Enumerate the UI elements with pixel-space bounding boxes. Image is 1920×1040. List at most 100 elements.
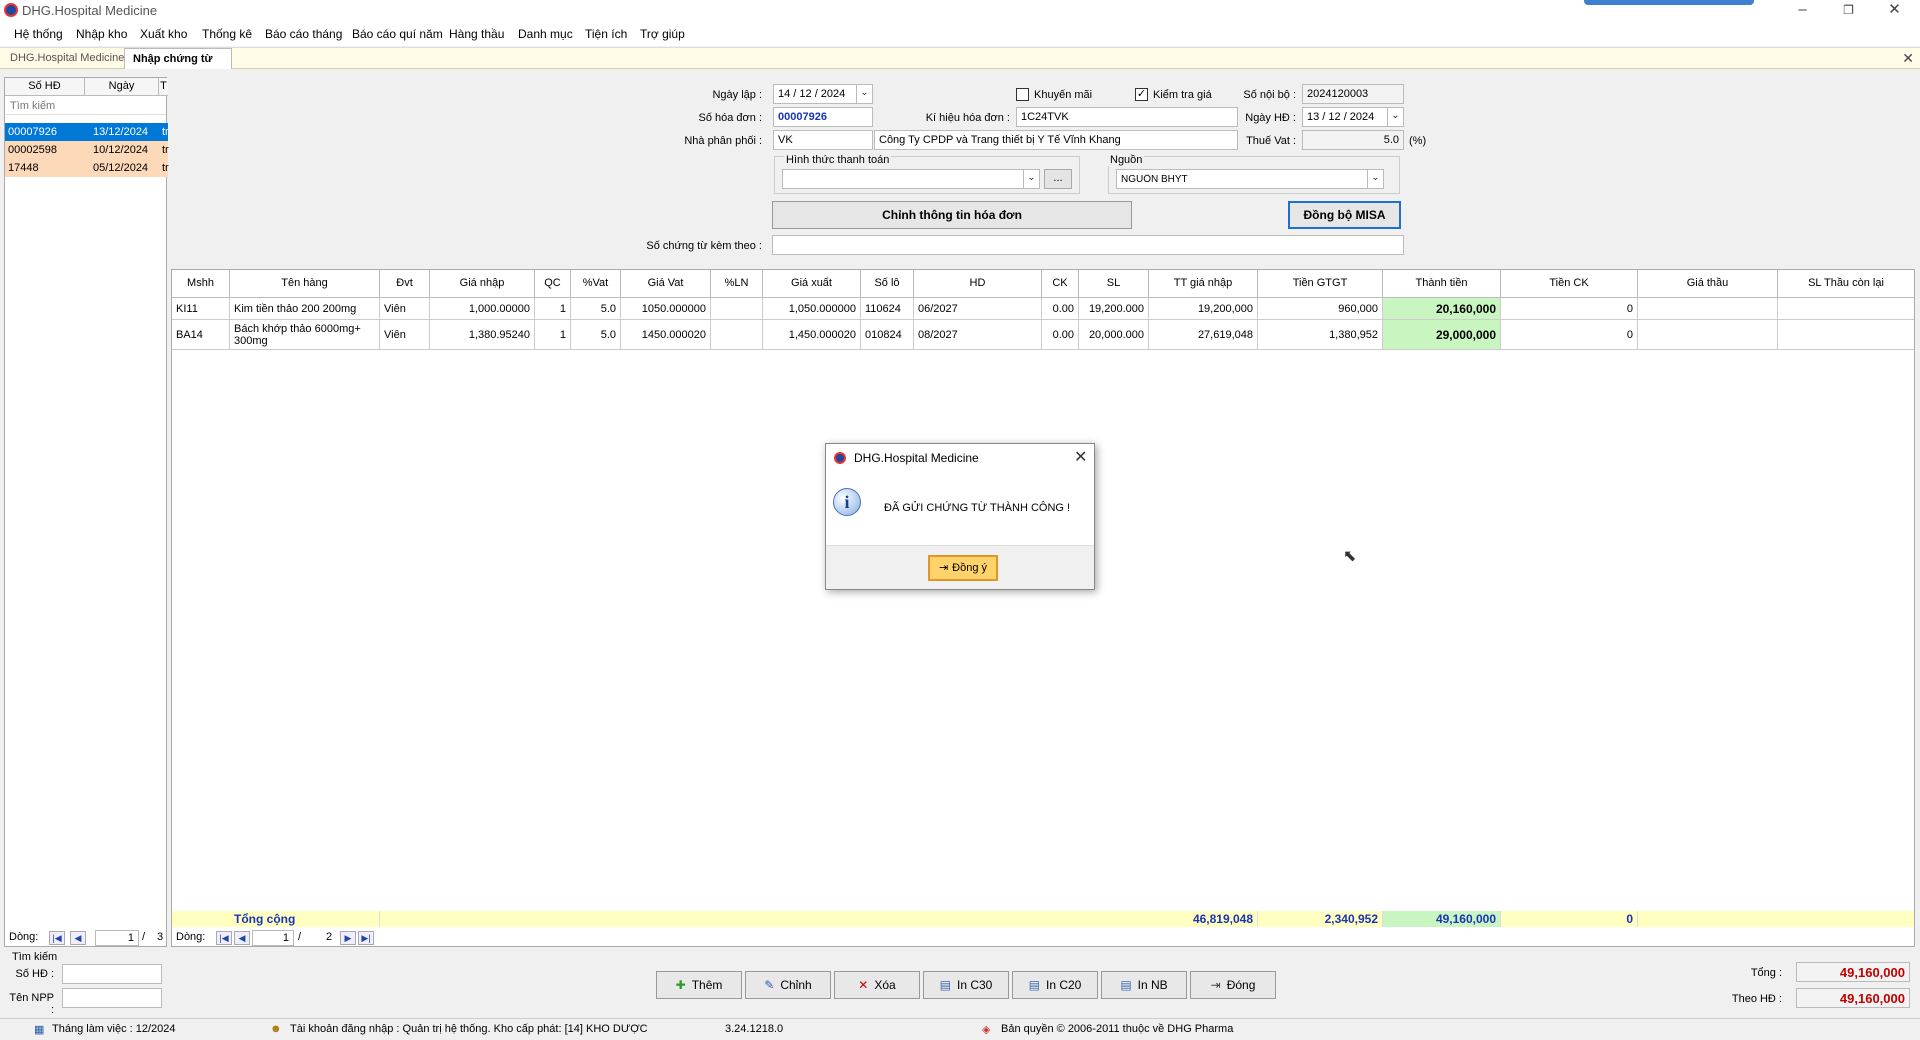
col-header-tt-gia-nhap[interactable]: TT giá nhập (1149, 270, 1258, 298)
httt-select[interactable] (782, 169, 1040, 189)
httt-label: Hình thức thanh toán (784, 154, 892, 166)
list-item[interactable]: 17448 05/12/2024 tr (5, 159, 169, 177)
col-header-ngay[interactable]: Ngày (85, 78, 159, 96)
tab-home[interactable]: DHG.Hospital Medicine (2, 48, 134, 69)
col-header-gia-vat[interactable]: Giá Vat (621, 270, 711, 298)
col-header-hd[interactable]: HD (914, 270, 1042, 298)
ngay-lap-label: Ngày lập : (712, 89, 762, 101)
col-header-ln[interactable]: %LN (711, 270, 763, 298)
col-header-qc[interactable]: QC (535, 270, 571, 298)
message-dialog: DHG.Hospital Medicine ✕ i ĐÃ GỬI CHỨNG T… (825, 443, 1095, 590)
copyright-icon: ◈ (982, 1024, 991, 1036)
status-thang: Tháng làm việc : 12/2024 (52, 1023, 176, 1035)
search-ten-npp-input[interactable] (62, 988, 162, 1008)
in-nb-button[interactable]: ▤ In NB (1101, 971, 1187, 999)
list-item[interactable]: 00002598 10/12/2024 tr (5, 141, 169, 159)
khuyen-mai-checkbox[interactable] (1016, 88, 1029, 101)
so-hoa-don-field[interactable] (773, 107, 873, 127)
ok-button[interactable]: ⇥ Đồng ý (928, 555, 998, 581)
menu-hang-thau[interactable]: Hàng thầu (449, 27, 504, 41)
left-page-input[interactable] (95, 930, 139, 946)
chevron-down-icon[interactable]: ⌄ (1367, 170, 1383, 188)
col-header-ck[interactable]: CK (1042, 270, 1079, 298)
menu-tien-ich[interactable]: Tiện ích (585, 27, 627, 41)
print-icon: ▤ (1120, 978, 1132, 992)
exit-door-icon: ⇥ (1210, 978, 1221, 992)
dong-button[interactable]: ⇥ Đóng (1190, 971, 1276, 999)
col-header-thanh-tien[interactable]: Thành tiền (1383, 270, 1501, 298)
menu-tro-giup[interactable]: Trợ giúp (640, 27, 685, 41)
npp-code-field[interactable] (773, 130, 873, 150)
col-header-ten-hang[interactable]: Tên hàng (230, 270, 380, 298)
menu-bao-cao-thang[interactable]: Báo cáo tháng (265, 27, 342, 41)
kiem-tra-gia-label: Kiểm tra giá (1153, 89, 1212, 101)
title-bar: DHG.Hospital Medicine – ❐ ✕ (0, 0, 1920, 22)
restore-icon[interactable]: ❐ (1826, 0, 1871, 22)
col-header-gia-xuat[interactable]: Giá xuất (763, 270, 861, 298)
menu-thong-ke[interactable]: Thống kê (202, 27, 252, 41)
dialog-close-icon[interactable]: ✕ (1074, 447, 1087, 467)
npp-name-field[interactable] (874, 130, 1238, 150)
prev-page-icon[interactable]: ◀ (234, 931, 250, 945)
in-c20-button[interactable]: ▤ In C20 (1012, 971, 1098, 999)
list-search-input[interactable] (6, 97, 166, 115)
chevron-down-icon[interactable]: ⌄ (856, 85, 872, 103)
col-header-gia-thau[interactable]: Giá thầu (1638, 270, 1778, 298)
chinh-thong-tin-button[interactable]: Chỉnh thông tin hóa đơn (772, 201, 1132, 229)
tab-nhap-chung-tu[interactable]: Nhập chứng từ (124, 48, 232, 69)
kiem-tra-gia-checkbox[interactable]: ✓ (1135, 88, 1148, 101)
grid-total-pages: 2 (326, 931, 333, 943)
next-page-icon[interactable]: ▶ (340, 931, 356, 945)
menu-danh-muc[interactable]: Danh mục (518, 27, 573, 41)
col-header-gia-nhap[interactable]: Giá nhập (430, 270, 535, 298)
nguon-select[interactable] (1116, 169, 1384, 189)
dong-bo-misa-button[interactable]: Đồng bộ MISA (1288, 201, 1401, 229)
last-page-icon[interactable]: ▶| (358, 931, 374, 945)
chevron-down-icon[interactable]: ⌄ (1023, 170, 1039, 188)
tong-field[interactable] (1796, 962, 1910, 982)
search-so-hd-input[interactable] (62, 964, 162, 984)
col-header-mshh[interactable]: Mshh (172, 270, 230, 298)
items-grid: Mshh Tên hàng Đvt Giá nhập QC %Vat Giá V… (171, 269, 1915, 947)
col-header-sl[interactable]: SL (1079, 270, 1149, 298)
col-header-so-lo[interactable]: Số lô (861, 270, 914, 298)
in-c30-button[interactable]: ▤ In C30 (923, 971, 1009, 999)
close-tab-icon[interactable]: ✕ (1902, 50, 1914, 67)
col-header-tien-gtgt[interactable]: Tiền GTGT (1258, 270, 1383, 298)
first-page-icon[interactable]: |◀ (49, 931, 65, 945)
menu-bao-cao-qui-nam[interactable]: Báo cáo quí năm (352, 27, 443, 41)
so-noi-bo-label: Số nội bộ : (1243, 89, 1296, 101)
chinh-button[interactable]: ✎ Chỉnh (745, 971, 831, 999)
chevron-down-icon[interactable]: ⌄ (1387, 108, 1403, 126)
xoa-button[interactable]: ✕ Xóa (834, 971, 920, 999)
thue-vat-field[interactable] (1302, 130, 1404, 150)
menu-nhap-kho[interactable]: Nhập kho (76, 27, 127, 41)
first-page-icon[interactable]: |◀ (216, 931, 232, 945)
so-chung-tu-field[interactable] (772, 235, 1404, 255)
col-header-dvt[interactable]: Đvt (380, 270, 430, 298)
col-header-t[interactable]: T (159, 78, 168, 96)
close-icon[interactable]: ✕ (1872, 0, 1917, 22)
grid-dong-label: Dòng: (176, 931, 206, 943)
col-header-sl-thau-con-lai[interactable]: SL Thầu còn lại (1778, 270, 1914, 298)
them-button[interactable]: ✚ Thêm (656, 971, 742, 999)
menu-he-thong[interactable]: Hệ thống (14, 27, 63, 41)
users-icon: ☻ (270, 1023, 282, 1035)
ngay-hd-label: Ngày HĐ : (1245, 112, 1296, 124)
prev-page-icon[interactable]: ◀ (70, 931, 86, 945)
khuyen-mai-label: Khuyến mãi (1034, 89, 1093, 101)
col-header-vat[interactable]: %Vat (571, 270, 621, 298)
delete-icon: ✕ (858, 978, 869, 992)
theo-hd-field[interactable] (1796, 988, 1910, 1008)
menu-xuat-kho[interactable]: Xuất kho (140, 27, 187, 41)
col-header-so-hd[interactable]: Số HĐ (5, 78, 85, 96)
minimize-icon[interactable]: – (1780, 0, 1825, 22)
httt-more-button[interactable]: ... (1044, 169, 1072, 189)
col-header-tien-ck[interactable]: Tiền CK (1501, 270, 1638, 298)
list-item[interactable]: 00007926 13/12/2024 tr (5, 123, 169, 141)
ki-hieu-field[interactable] (1016, 107, 1238, 127)
total-label: Tổng cộng (230, 911, 380, 927)
app-logo-icon (4, 3, 18, 17)
grid-page-input[interactable] (252, 930, 294, 946)
so-noi-bo-field[interactable] (1302, 84, 1404, 104)
